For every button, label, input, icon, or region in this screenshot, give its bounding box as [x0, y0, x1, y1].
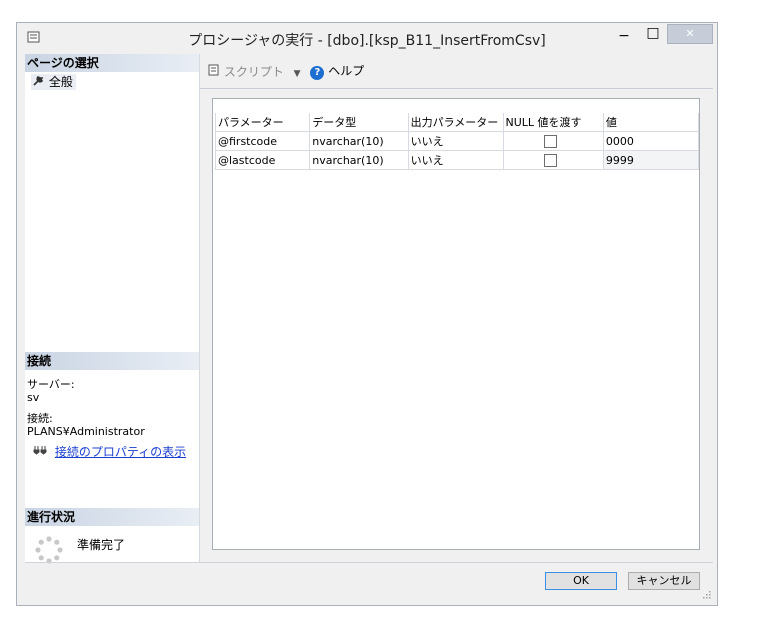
column-header-value: 値	[602, 113, 700, 132]
wrench-icon	[33, 74, 45, 90]
help-button[interactable]: ? ヘルプ	[304, 62, 364, 80]
title-bar: プロシージャの実行 - [dbo].[ksp_B11_InsertFromCsv…	[17, 23, 717, 53]
cell-data-type: nvarchar(10)	[309, 150, 409, 170]
script-icon	[208, 64, 224, 79]
script-button[interactable]: スクリプト ▼	[208, 63, 301, 80]
table-row: @firstcode nvarchar(10) いいえ 0000	[214, 131, 700, 151]
progress-spinner-icon	[35, 536, 63, 564]
column-header-pass-null: NULL 値を渡す	[502, 113, 604, 132]
toolbar: スクリプト ▼ ? ヘルプ	[208, 62, 364, 82]
column-header-data-type: データ型	[309, 113, 409, 132]
page-item-general[interactable]: 全般	[31, 74, 76, 90]
table-row: @lastcode nvarchar(10) いいえ 9999	[214, 150, 700, 170]
table-header-row: パラメーター データ型 出力パラメーター NULL 値を渡す 値	[214, 113, 700, 132]
script-label: スクリプト	[223, 64, 284, 79]
toolbar-divider	[200, 88, 713, 89]
select-page-header: ページの選択	[25, 54, 199, 72]
column-header-parameter: パラメーター	[214, 113, 311, 132]
maximize-icon: □	[646, 25, 660, 41]
cell-pass-null	[502, 131, 604, 151]
progress-header: 進行状況	[25, 508, 199, 526]
parameter-grid: パラメーター データ型 出力パラメーター NULL 値を渡す 値 @firstc…	[212, 98, 700, 550]
column-header-output: 出力パラメーター	[407, 113, 504, 132]
left-pane: ページの選択 全般 接続 サーバー: sv 接続: PLANS¥Administ…	[25, 54, 200, 564]
parameter-table: パラメーター データ型 出力パラメーター NULL 値を渡す 値 @firstc…	[214, 113, 700, 170]
cell-output: いいえ	[407, 131, 504, 151]
cell-parameter: @firstcode	[214, 131, 311, 151]
cell-parameter: @lastcode	[214, 150, 311, 170]
pass-null-checkbox[interactable]	[543, 134, 557, 148]
server-label: サーバー:	[27, 378, 75, 391]
help-label: ヘルプ	[328, 64, 365, 78]
resize-grip-icon[interactable]	[701, 589, 711, 599]
minimize-icon: −	[618, 28, 630, 44]
window-title: プロシージャの実行 - [dbo].[ksp_B11_InsertFromCsv…	[188, 33, 546, 49]
value-input[interactable]: 0000	[602, 131, 700, 151]
close-icon: ✕	[685, 27, 695, 40]
chevron-down-icon[interactable]: ▼	[294, 69, 301, 79]
button-bar: OK キャンセル	[25, 562, 713, 601]
minimize-button[interactable]: −	[613, 23, 635, 45]
server-value: sv	[27, 391, 40, 404]
connection-header: 接続	[25, 352, 199, 370]
connection-value: PLANS¥Administrator	[27, 425, 145, 438]
close-button[interactable]: ✕	[667, 24, 713, 44]
help-icon: ?	[310, 66, 325, 80]
connection-label: 接続:	[27, 412, 53, 425]
cell-output: いいえ	[407, 150, 504, 170]
ok-button[interactable]: OK	[545, 572, 617, 590]
progress-status: 準備完了	[77, 538, 126, 552]
cancel-button[interactable]: キャンセル	[628, 572, 700, 590]
cell-data-type: nvarchar(10)	[309, 131, 409, 151]
page-item-general-label: 全般	[48, 75, 73, 89]
main-pane: スクリプト ▼ ? ヘルプ パラメーター データ型 出力パラメーター NULL …	[200, 54, 713, 562]
view-connection-properties-link[interactable]: 接続のプロパティの表示	[55, 445, 186, 459]
cell-pass-null	[502, 150, 604, 170]
value-input[interactable]: 9999	[602, 150, 700, 170]
plug-icon	[33, 444, 51, 459]
execute-procedure-dialog: プロシージャの実行 - [dbo].[ksp_B11_InsertFromCsv…	[16, 22, 718, 606]
view-connection-properties[interactable]: 接続のプロパティの表示	[33, 443, 186, 460]
maximize-button[interactable]: □	[642, 23, 664, 45]
pass-null-checkbox[interactable]	[543, 153, 557, 167]
